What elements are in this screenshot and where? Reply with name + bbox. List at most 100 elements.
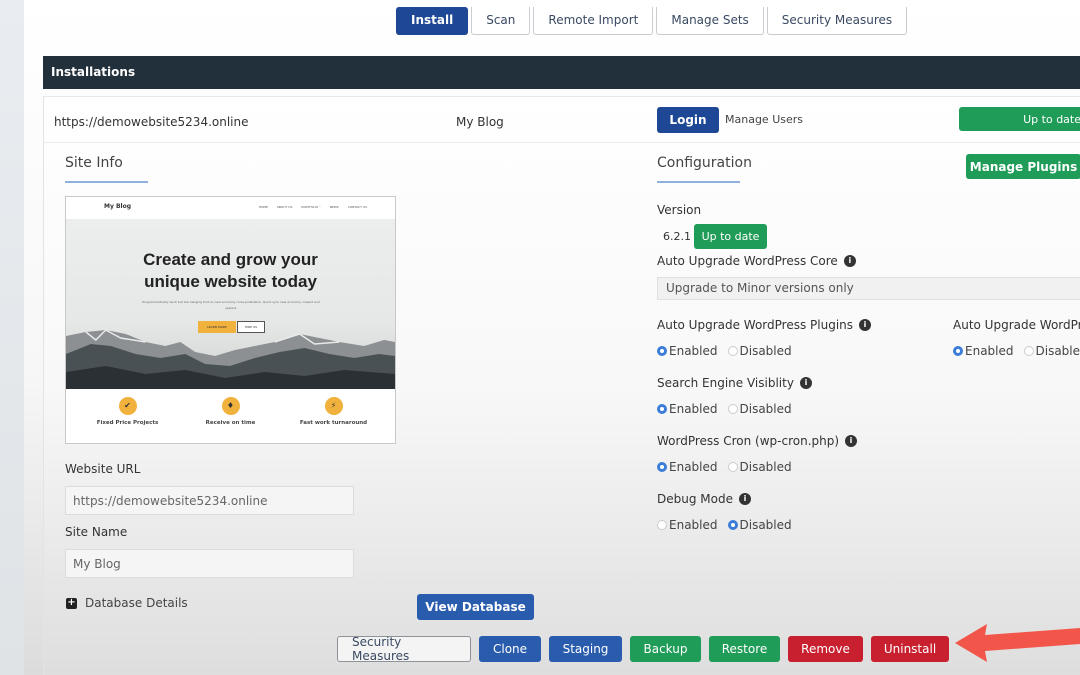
tab-security-measures[interactable]: Security Measures: [766, 7, 908, 35]
bolt-icon: ⚡: [324, 397, 343, 415]
preview-menu-item: PORTFOLIO ˅: [301, 205, 321, 209]
preview-menu-item: HOME: [258, 205, 268, 209]
auto-upgrade-themes-enabled-radio[interactable]: Enabled: [953, 344, 1014, 358]
installation-row: https://demowebsite5234.online My Blog L…: [44, 97, 1080, 143]
radio-unchecked-icon: [727, 404, 738, 414]
tab-remote-import[interactable]: Remote Import: [533, 7, 654, 35]
preview-feature-label: Fixed Price Projects: [96, 420, 159, 426]
preview-menu-item: NEWS: [329, 205, 339, 209]
manage-users-link[interactable]: Manage Users: [725, 113, 803, 126]
version-status-badge[interactable]: Up to date: [694, 224, 767, 249]
tab-install[interactable]: Install: [396, 7, 469, 35]
preview-mountains-image: [66, 329, 395, 389]
debug-mode-label-text: Debug Mode: [657, 492, 733, 506]
backup-button[interactable]: Backup: [630, 636, 701, 662]
radio-label: Enabled: [669, 402, 718, 416]
search-engine-visibility-label: Search Engine Visiblity i: [657, 376, 812, 390]
debug-mode-enabled-radio[interactable]: Enabled: [657, 518, 718, 532]
configuration-title: Configuration: [657, 155, 752, 171]
search-engine-disabled-radio[interactable]: Disabled: [727, 402, 792, 416]
debug-mode-disabled-radio[interactable]: Disabled: [727, 518, 792, 532]
radio-unchecked-icon: [1023, 346, 1034, 356]
version-label: Version: [657, 203, 701, 217]
left-sidebar-edge: [0, 0, 24, 675]
preview-feature: ⚡ Fast work turnaround: [284, 397, 384, 426]
search-engine-enabled-radio[interactable]: Enabled: [657, 402, 718, 416]
view-database-button[interactable]: View Database: [417, 594, 534, 620]
installation-panel: https://demowebsite5234.online My Blog L…: [43, 96, 1080, 675]
auto-upgrade-plugins-enabled-radio[interactable]: Enabled: [657, 344, 718, 358]
check-icon: ✔: [118, 397, 137, 415]
info-icon[interactable]: i: [859, 319, 872, 331]
info-icon[interactable]: i: [843, 255, 856, 267]
tab-scan[interactable]: Scan: [471, 7, 531, 35]
info-icon[interactable]: i: [738, 493, 751, 505]
version-label-text: Version: [657, 203, 702, 217]
manage-plugins-button[interactable]: Manage Plugins: [966, 154, 1080, 179]
radio-unchecked-icon: [727, 346, 738, 356]
uninstall-button[interactable]: Uninstall: [871, 636, 949, 662]
preview-menu-item: CONTACT US: [347, 205, 367, 209]
version-value: 6.2.1: [663, 230, 691, 243]
update-status-button[interactable]: Up to date: [959, 107, 1080, 131]
preview-headline-line2: unique website today: [144, 272, 317, 291]
radio-checked-icon: [727, 520, 738, 530]
auto-upgrade-themes-label: Auto Upgrade WordPress Themes: [953, 318, 1080, 332]
debug-mode-radio-group: Enabled Disabled: [657, 518, 792, 532]
site-name-label: Site Name: [65, 525, 128, 539]
radio-label: Enabled: [965, 344, 1014, 358]
tab-manage-sets[interactable]: Manage Sets: [656, 7, 764, 35]
database-details-label: Database Details: [85, 596, 188, 610]
preview-menu-item: ABOUT US: [276, 205, 293, 209]
wp-cron-disabled-radio[interactable]: Disabled: [727, 460, 792, 474]
wp-cron-label: WordPress Cron (wp-cron.php) i: [657, 434, 858, 448]
auto-upgrade-core-label: Auto Upgrade WordPress Core i: [657, 254, 856, 268]
radio-label: Enabled: [669, 460, 718, 474]
auto-upgrade-themes-radio-group: Enabled Disabled: [953, 344, 1080, 358]
site-info-underline: [65, 181, 148, 183]
preview-headline-line1: Create and grow your: [143, 250, 318, 269]
restore-button[interactable]: Restore: [709, 636, 780, 662]
preview-nav: My Blog HOME ABOUT US PORTFOLIO ˅ NEWS C…: [66, 197, 395, 219]
search-engine-visibility-label-text: Search Engine Visiblity: [657, 376, 794, 390]
radio-label: Disabled: [739, 518, 792, 532]
preview-feature-label: Receive on time: [205, 420, 256, 426]
radio-label: Disabled: [1035, 344, 1080, 358]
login-button[interactable]: Login: [657, 107, 719, 133]
site-preview[interactable]: My Blog HOME ABOUT US PORTFOLIO ˅ NEWS C…: [65, 196, 396, 444]
radio-label: Disabled: [739, 402, 792, 416]
installations-header: Installations: [43, 56, 1080, 89]
auto-upgrade-plugins-radio-group: Enabled Disabled: [657, 344, 792, 358]
site-name-input[interactable]: [65, 549, 354, 578]
website-url-input[interactable]: [65, 486, 354, 515]
radio-unchecked-icon: [657, 520, 667, 530]
website-url-label: Website URL: [65, 462, 141, 476]
wp-cron-enabled-radio[interactable]: Enabled: [657, 460, 718, 474]
installation-url[interactable]: https://demowebsite5234.online: [54, 115, 249, 129]
auto-upgrade-core-select[interactable]: Upgrade to Minor versions only: [657, 277, 1080, 300]
radio-label: Disabled: [739, 460, 792, 474]
radio-checked-icon: [657, 462, 667, 472]
preview-feature: ✔ Fixed Price Projects: [78, 397, 178, 426]
auto-upgrade-themes-disabled-radio[interactable]: Disabled: [1023, 344, 1080, 358]
preview-features: ✔ Fixed Price Projects ♦ Receive on time…: [66, 397, 395, 426]
info-icon[interactable]: i: [799, 377, 812, 389]
auto-upgrade-themes-label-text: Auto Upgrade WordPress Themes: [953, 318, 1080, 332]
trophy-icon: ♦: [221, 397, 240, 415]
radio-label: Disabled: [739, 344, 792, 358]
preview-feature: ♦ Receive on time: [181, 397, 281, 426]
site-info-title: Site Info: [65, 155, 123, 171]
remove-button[interactable]: Remove: [788, 636, 863, 662]
radio-checked-icon: [657, 346, 667, 356]
plus-square-icon: +: [66, 596, 77, 609]
info-icon[interactable]: i: [845, 435, 858, 447]
top-tabs: Install Scan Remote Import Manage Sets S…: [396, 7, 908, 35]
staging-button[interactable]: Staging: [549, 636, 622, 662]
clone-button[interactable]: Clone: [479, 636, 541, 662]
debug-mode-label: Debug Mode i: [657, 492, 751, 506]
configuration-underline: [657, 181, 740, 183]
security-measures-button[interactable]: Security Measures: [337, 635, 471, 663]
auto-upgrade-plugins-disabled-radio[interactable]: Disabled: [727, 344, 792, 358]
radio-checked-icon: [953, 346, 963, 356]
database-details-toggle[interactable]: + Database Details: [66, 596, 188, 610]
